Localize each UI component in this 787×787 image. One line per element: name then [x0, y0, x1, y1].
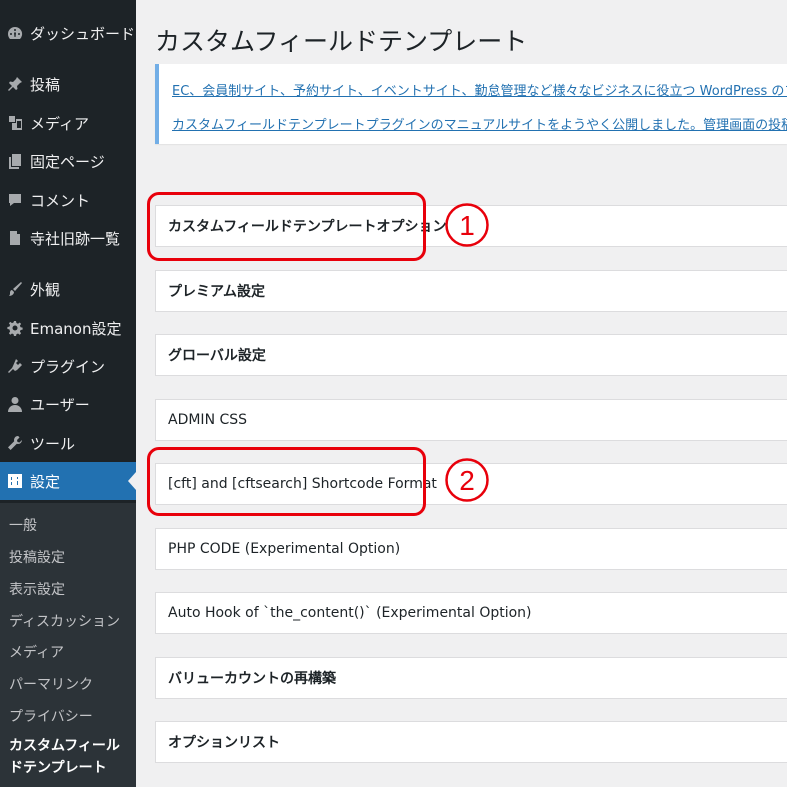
admin-sidebar: ダッシュボード 投稿 メディア 固定ページ コメント 寺社旧跡一覧 外観 Ema… [0, 0, 136, 787]
panel-title: ADMIN CSS [168, 412, 248, 428]
menu-appearance[interactable]: 外観 [0, 270, 136, 308]
settings-submenu: 一般 投稿設定 表示設定 ディスカッション メディア パーマリンク プライバシー… [0, 503, 136, 787]
menu-comments[interactable]: コメント [0, 181, 136, 219]
panel-option-list[interactable]: オプションリスト [155, 721, 787, 763]
marker-2-text: 2 [459, 465, 475, 496]
menu-media[interactable]: メディア [0, 104, 136, 142]
panel-title: Auto Hook of `the_content()` (Experiment… [168, 605, 532, 621]
submenu-permalinks[interactable]: パーマリンク [9, 674, 93, 694]
panel-auto-hook[interactable]: Auto Hook of `the_content()` (Experiment… [155, 592, 787, 634]
menu-label: ユーザー [30, 395, 90, 414]
pin-icon [7, 76, 23, 92]
panel-php-code[interactable]: PHP CODE (Experimental Option) [155, 528, 787, 570]
submenu-writing[interactable]: 投稿設定 [9, 547, 65, 567]
submenu-custom-field-template[interactable]: カスタムフィールドテンプレート [9, 735, 133, 779]
menu-label: 寺社旧跡一覧 [30, 229, 121, 248]
notice-link-1[interactable]: EC、会員制サイト、予約サイト、イベントサイト、勤怠管理など様々なビジネスに役立… [172, 80, 787, 99]
menu-tools[interactable]: ツール [0, 424, 136, 462]
marker-1-text: 1 [459, 210, 475, 241]
info-notice: EC、会員制サイト、予約サイト、イベントサイト、勤怠管理など様々なビジネスに役立… [155, 64, 787, 144]
menu-label: Emanon設定 [30, 319, 122, 338]
number-marker-1: 1 [445, 203, 489, 247]
panel-title: グローバル設定 [168, 348, 266, 364]
panel-title: プレミアム設定 [168, 284, 266, 300]
menu-label: 固定ページ [30, 152, 105, 171]
document-icon [7, 230, 23, 246]
number-marker-2: 2 [445, 458, 489, 502]
menu-label: コメント [30, 191, 91, 210]
menu-plugins[interactable]: プラグイン [0, 347, 136, 385]
menu-pages[interactable]: 固定ページ [0, 142, 136, 180]
menu-label: 外観 [30, 280, 61, 299]
menu-label: 投稿 [30, 75, 61, 94]
page-title: カスタムフィールドテンプレート [155, 27, 528, 56]
plugin-icon [7, 358, 23, 374]
menu-label: ツール [30, 434, 76, 453]
settings-icon [7, 473, 23, 489]
media-icon [7, 115, 23, 131]
menu-label: 設定 [30, 472, 61, 491]
comment-icon [7, 192, 23, 208]
menu-dashboard[interactable]: ダッシュボード [0, 14, 136, 52]
menu-label: プラグイン [30, 357, 106, 376]
brush-icon [7, 281, 23, 297]
panel-title: オプションリスト [168, 735, 280, 751]
panel-title: カスタムフィールドテンプレートオプション [168, 219, 447, 235]
page-icon [7, 153, 23, 169]
submenu-general[interactable]: 一般 [9, 515, 37, 535]
panel-title: バリューカウントの再構築 [168, 671, 336, 687]
submenu-reading[interactable]: 表示設定 [9, 579, 65, 599]
user-icon [7, 396, 23, 412]
menu-users[interactable]: ユーザー [0, 385, 136, 423]
notice-link-2[interactable]: カスタムフィールドテンプレートプラグインのマニュアルサイトをようやく公開しました… [172, 114, 787, 133]
menu-posts[interactable]: 投稿 [0, 65, 136, 103]
panel-admin-css[interactable]: ADMIN CSS [155, 399, 787, 441]
wrench-icon [7, 435, 23, 451]
submenu-discussion[interactable]: ディスカッション [9, 611, 120, 631]
submenu-media[interactable]: メディア [9, 642, 64, 662]
panel-global-settings[interactable]: グローバル設定 [155, 334, 787, 376]
submenu-privacy[interactable]: プライバシー [9, 706, 93, 726]
menu-emanon-settings[interactable]: Emanon設定 [0, 309, 136, 347]
menu-label: ダッシュボード [30, 24, 136, 43]
panel-title: PHP CODE (Experimental Option) [168, 541, 401, 557]
dashboard-icon [7, 25, 23, 41]
menu-label: メディア [30, 114, 89, 133]
panel-premium-settings[interactable]: プレミアム設定 [155, 270, 787, 312]
panel-title: [cft] and [cftsearch] Shortcode Format [168, 476, 437, 492]
gear-icon [7, 320, 23, 336]
panel-rebuild-value-count[interactable]: バリューカウントの再構築 [155, 657, 787, 699]
current-menu-arrow [128, 472, 136, 490]
menu-settings[interactable]: 設定 [0, 462, 136, 500]
menu-temples[interactable]: 寺社旧跡一覧 [0, 219, 136, 257]
